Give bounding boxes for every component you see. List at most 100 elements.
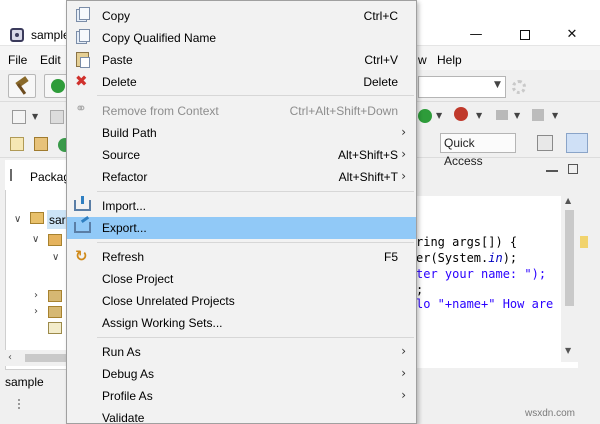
menu-item-shortcut: Alt+Shift+S <box>337 148 398 162</box>
menu-item-label: Close Unrelated Projects <box>102 294 235 308</box>
vertical-scrollbar[interactable] <box>561 196 578 362</box>
chevron-right-icon: › <box>401 125 406 139</box>
menu-item-shortcut: Ctrl+C <box>363 9 398 23</box>
menu-item-shortcut: Delete <box>363 75 398 89</box>
code-text: ); <box>502 251 518 265</box>
minimize-panel-icon[interactable] <box>546 170 558 172</box>
menu-item-run-as[interactable]: Run As › <box>67 341 416 363</box>
window-title: sample <box>31 28 70 42</box>
menu-edit[interactable]: Edit <box>40 53 61 67</box>
open-type-icon[interactable] <box>34 137 48 151</box>
build-hammer-button[interactable] <box>8 74 36 98</box>
menu-window-partial[interactable]: w <box>418 53 427 67</box>
menu-item-export[interactable]: Export... <box>67 217 416 239</box>
copy-qualified-icon <box>76 29 90 44</box>
menu-separator <box>97 95 414 96</box>
chevron-down-icon: ▼ <box>476 111 483 120</box>
menu-item-label: Copy <box>102 9 131 23</box>
run-icon[interactable] <box>418 109 432 123</box>
menu-item-close-unrelated-projects[interactable]: Close Unrelated Projects <box>67 290 416 312</box>
menu-file[interactable]: File <box>8 53 27 67</box>
chevron-down-icon: ▼ <box>514 111 521 120</box>
scroll-left-icon[interactable]: ‹ <box>8 352 12 363</box>
code-editor[interactable] <box>416 196 578 368</box>
launch-config-combo[interactable] <box>418 76 506 98</box>
menu-item-label: Assign Working Sets... <box>102 316 223 330</box>
code-line-5: lo "+name+" How are <box>416 297 553 311</box>
code-field: in <box>488 251 503 265</box>
menu-item-paste[interactable]: Paste Ctrl+V <box>67 49 416 71</box>
external-tools-icon[interactable] <box>532 109 544 121</box>
code-text: ; <box>416 283 424 297</box>
menu-item-shortcut: F5 <box>383 250 398 264</box>
minimize-button[interactable]: — <box>461 26 491 44</box>
menu-item-label: Copy Qualified Name <box>102 31 217 45</box>
gear-icon[interactable] <box>512 80 526 94</box>
maximize-icon <box>520 30 530 40</box>
menu-item-import[interactable]: Import... <box>67 195 416 217</box>
java-project-icon <box>30 212 44 224</box>
context-menu: Copy Ctrl+C Copy Qualified Name Paste Ct… <box>66 0 417 424</box>
chevron-down-icon[interactable]: ∨ <box>14 214 21 225</box>
chevron-right-icon[interactable]: › <box>34 290 38 301</box>
maximize-button[interactable] <box>510 26 540 44</box>
menu-item-delete[interactable]: ✖ Delete Delete <box>67 71 416 93</box>
chevron-right-icon[interactable]: › <box>34 306 38 317</box>
new-file-icon[interactable] <box>12 110 26 124</box>
overview-ruler-marker[interactable] <box>580 236 588 248</box>
menu-separator <box>97 242 414 243</box>
chevron-right-icon: › <box>401 388 406 402</box>
code-line-2: er(System.in); <box>416 251 517 265</box>
chevron-down-icon: ▼ <box>494 80 501 90</box>
resize-grip-icon[interactable] <box>18 399 28 409</box>
chevron-right-icon: › <box>401 344 406 358</box>
menu-item-profile-as[interactable]: Profile As › <box>67 385 416 407</box>
horizontal-scrollbar[interactable] <box>5 350 68 366</box>
save-icon[interactable] <box>50 110 64 124</box>
src-folder-icon <box>48 234 62 246</box>
quick-access-field[interactable]: Quick Access <box>440 133 516 168</box>
menu-item-label: Build Path <box>102 126 157 140</box>
menu-item-source[interactable]: Source Alt+Shift+S › <box>67 144 416 166</box>
menu-item-label: Validate <box>102 411 145 424</box>
menu-item-label: Delete <box>102 75 137 89</box>
menu-item-refactor[interactable]: Refactor Alt+Shift+T › <box>67 166 416 188</box>
scroll-thumb[interactable] <box>25 354 68 362</box>
scroll-up-icon[interactable]: ▲ <box>565 196 571 205</box>
tree-project-label[interactable]: sar <box>49 213 66 227</box>
stop-icon[interactable] <box>496 110 508 120</box>
code-string: ter your name: "); <box>416 267 547 281</box>
menu-item-label: Import... <box>102 199 147 213</box>
code-text: er(System. <box>416 251 489 265</box>
menu-item-label: Run As <box>102 345 141 359</box>
menu-item-copy[interactable]: Copy Ctrl+C <box>67 5 416 27</box>
chevron-right-icon: › <box>401 366 406 380</box>
scroll-down-icon[interactable]: ▼ <box>565 346 571 355</box>
java-perspective-icon[interactable] <box>566 133 588 153</box>
menu-item-label: Remove from Context <box>102 104 219 118</box>
chevron-down-icon[interactable]: ∨ <box>32 234 39 245</box>
menu-item-label: Export... <box>102 221 147 235</box>
menu-help[interactable]: Help <box>437 53 462 67</box>
package-explorer-icon <box>10 169 16 181</box>
menu-item-shortcut: Alt+Shift+T <box>338 170 398 184</box>
library-icon <box>48 306 62 318</box>
menu-item-copy-qualified-name[interactable]: Copy Qualified Name <box>67 27 416 49</box>
maximize-panel-icon[interactable] <box>568 164 578 174</box>
close-button[interactable]: ✕ <box>557 26 587 44</box>
menu-item-build-path[interactable]: Build Path › <box>67 122 416 144</box>
package-explorer-panel <box>5 160 68 370</box>
menu-item-debug-as[interactable]: Debug As › <box>67 363 416 385</box>
scroll-thumb[interactable] <box>565 210 574 306</box>
debug-icon[interactable] <box>454 107 468 121</box>
status-text: sample <box>5 375 44 389</box>
menu-item-refresh[interactable]: ↻ Refresh F5 <box>67 246 416 268</box>
menu-item-validate[interactable]: Validate <box>67 407 416 424</box>
chevron-down-icon: ▼ <box>552 111 559 120</box>
new-class-icon[interactable] <box>10 137 24 151</box>
menu-item-close-project[interactable]: Close Project <box>67 268 416 290</box>
menu-item-assign-working-sets[interactable]: Assign Working Sets... <box>67 312 416 334</box>
menu-item-label: Close Project <box>102 272 174 286</box>
chevron-down-icon[interactable]: ∨ <box>52 252 59 263</box>
open-perspective-icon[interactable] <box>537 135 553 151</box>
